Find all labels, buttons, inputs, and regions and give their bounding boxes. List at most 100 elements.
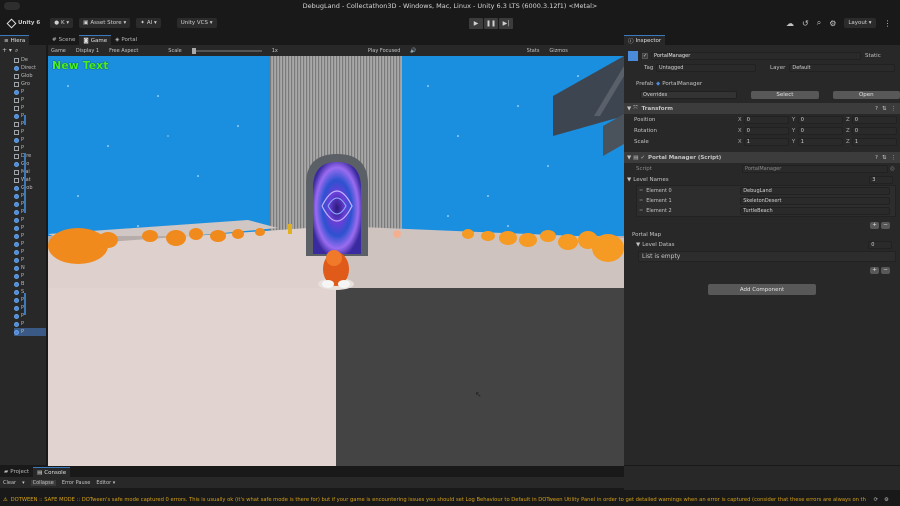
- play-button[interactable]: ▶: [469, 18, 483, 29]
- audio-icon[interactable]: 🔊: [410, 48, 416, 54]
- add-component-button[interactable]: Add Component: [708, 284, 816, 295]
- transform-x-field[interactable]: 0: [743, 127, 789, 135]
- hierarchy-item[interactable]: P: [14, 104, 46, 112]
- transform-header[interactable]: ▼ ⤧ Transform ? ⇅ ⋮: [624, 103, 900, 114]
- ai-dropdown[interactable]: ✦ AI ▾: [136, 18, 161, 28]
- cloud-icon[interactable]: ☁: [786, 19, 794, 28]
- hierarchy-item[interactable]: P: [14, 120, 46, 128]
- hierarchy-item[interactable]: P: [14, 216, 46, 224]
- dropdown-arrow-icon[interactable]: ▾: [22, 480, 25, 486]
- add-icon[interactable]: + ▾: [2, 47, 12, 54]
- hierarchy-item[interactable]: P: [14, 224, 46, 232]
- drag-handle-icon[interactable]: =: [639, 208, 643, 214]
- game-dropdown[interactable]: Game: [51, 48, 66, 54]
- script-component-header[interactable]: ▼ ▤ ✓ Portal Manager (Script) ? ⇅ ⋮: [624, 152, 900, 163]
- hierarchy-item[interactable]: Glob: [14, 184, 46, 192]
- hierarchy-item[interactable]: P: [14, 256, 46, 264]
- tab-inspector[interactable]: ⓘ Inspector: [624, 35, 666, 45]
- static-label[interactable]: Static: [865, 53, 881, 59]
- object-name-field[interactable]: PortalManager: [651, 52, 861, 60]
- error-pause-toggle[interactable]: Error Pause: [62, 480, 90, 486]
- hierarchy-item[interactable]: P: [14, 144, 46, 152]
- hierarchy-item[interactable]: Direct: [14, 64, 46, 72]
- help-icon[interactable]: ?: [875, 106, 878, 112]
- hierarchy-item[interactable]: De: [14, 56, 46, 64]
- axis-label[interactable]: Z: [846, 128, 852, 134]
- unity-account-button[interactable]: Unity 6: [4, 18, 44, 28]
- open-button[interactable]: Open: [832, 91, 900, 99]
- status-settings-icon[interactable]: ⚙: [884, 497, 889, 503]
- axis-label[interactable]: X: [738, 117, 744, 123]
- search-icon[interactable]: ⌕: [817, 18, 821, 28]
- remove-element-button[interactable]: −: [881, 221, 890, 229]
- stats-button[interactable]: Stats: [527, 48, 540, 54]
- axis-label[interactable]: Y: [792, 117, 798, 123]
- target-icon[interactable]: ◎: [890, 166, 895, 172]
- help-icon[interactable]: ?: [875, 155, 878, 161]
- select-button[interactable]: Select: [751, 91, 819, 99]
- element-value-field[interactable]: SkeletonDesert: [740, 197, 891, 205]
- step-button[interactable]: ▶|: [499, 18, 513, 29]
- tab-hierarchy[interactable]: ≡ Hiera: [0, 35, 30, 45]
- transform-z-field[interactable]: 1: [851, 138, 898, 146]
- hierarchy-item[interactable]: P: [14, 328, 46, 336]
- level-names-size[interactable]: 3: [869, 176, 894, 184]
- drag-handle-icon[interactable]: =: [639, 198, 643, 204]
- hierarchy-item[interactable]: P: [14, 320, 46, 328]
- game-view[interactable]: New Text ↖: [48, 56, 624, 466]
- axis-label[interactable]: Y: [792, 139, 798, 145]
- preset-icon[interactable]: ⇅: [882, 106, 887, 112]
- settings-icon[interactable]: ⚙: [829, 19, 836, 28]
- remove-element-button[interactable]: −: [881, 266, 890, 274]
- hierarchy-item[interactable]: B: [14, 280, 46, 288]
- tab-project[interactable]: ▰ Project: [0, 467, 33, 477]
- hierarchy-item[interactable]: P: [14, 192, 46, 200]
- axis-label[interactable]: X: [738, 139, 744, 145]
- overrides-dropdown[interactable]: Overrides: [640, 91, 738, 99]
- pause-button[interactable]: ❚❚: [484, 18, 498, 29]
- transform-z-field[interactable]: 0: [851, 127, 898, 135]
- transform-y-field[interactable]: 0: [797, 127, 843, 135]
- aspect-dropdown[interactable]: Free Aspect: [109, 48, 138, 54]
- axis-label[interactable]: X: [738, 128, 744, 134]
- level-datas-size[interactable]: 0: [868, 241, 893, 249]
- hierarchy-item[interactable]: N: [14, 264, 46, 272]
- tab-portal[interactable]: ◈ Portal: [111, 35, 141, 45]
- active-checkbox[interactable]: ✓: [642, 53, 648, 59]
- hierarchy-item[interactable]: Wat: [14, 176, 46, 184]
- element-value-field[interactable]: DebugLand: [740, 187, 891, 195]
- component-menu-icon[interactable]: ⋮: [891, 155, 897, 161]
- hierarchy-item[interactable]: Glob: [14, 72, 46, 80]
- transform-y-field[interactable]: 1: [797, 138, 843, 146]
- hierarchy-item[interactable]: P: [14, 296, 46, 304]
- hierarchy-item[interactable]: P: [14, 112, 46, 120]
- add-element-button[interactable]: +: [870, 266, 879, 274]
- add-element-button[interactable]: +: [870, 221, 879, 229]
- hierarchy-item[interactable]: P: [14, 240, 46, 248]
- transform-x-field[interactable]: 0: [743, 116, 789, 124]
- prefab-value[interactable]: PortalManager: [662, 81, 702, 87]
- hierarchy-item[interactable]: P: [14, 312, 46, 320]
- editor-dropdown[interactable]: Editor ▾: [96, 480, 115, 486]
- tab-game[interactable]: ◙ Game: [79, 35, 112, 45]
- collapse-toggle[interactable]: Collapse: [30, 479, 56, 486]
- hierarchy-item[interactable]: P: [14, 96, 46, 104]
- hierarchy-item[interactable]: P: [14, 248, 46, 256]
- element-value-field[interactable]: TurtleBeach: [740, 207, 891, 215]
- enabled-checkbox[interactable]: ✓: [640, 155, 645, 161]
- script-field[interactable]: PortalManager: [742, 165, 888, 173]
- axis-label[interactable]: Z: [846, 139, 852, 145]
- hierarchy-item[interactable]: P: [14, 136, 46, 144]
- hierarchy-item[interactable]: P: [14, 232, 46, 240]
- scale-slider-handle[interactable]: [191, 47, 196, 54]
- hierarchy-item[interactable]: Glo: [14, 160, 46, 168]
- layer-dropdown[interactable]: Default: [789, 64, 896, 72]
- hierarchy-item[interactable]: P: [14, 88, 46, 96]
- foldout-arrow-icon[interactable]: ▼: [627, 177, 631, 183]
- hierarchy-item[interactable]: P: [14, 128, 46, 136]
- gizmos-dropdown[interactable]: Gizmos: [549, 48, 567, 54]
- display-dropdown[interactable]: Display 1: [76, 48, 99, 54]
- axis-label[interactable]: Z: [846, 117, 852, 123]
- search-icon[interactable]: ⌕: [15, 47, 18, 55]
- hierarchy-item[interactable]: Dire: [14, 152, 46, 160]
